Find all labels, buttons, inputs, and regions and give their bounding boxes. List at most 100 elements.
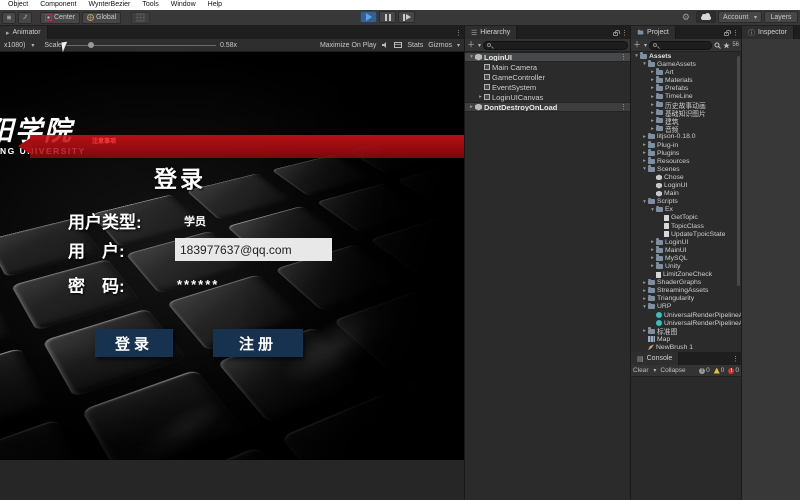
- tree-row[interactable]: UniversalRenderPipelineAs: [631, 311, 741, 319]
- tree-row[interactable]: ▸ Plug-in: [631, 141, 741, 149]
- scale-slider[interactable]: [65, 42, 216, 48]
- tree-expand-arrow[interactable]: ▸: [641, 280, 648, 286]
- tree-row[interactable]: ▸ 基础知识图片: [631, 108, 741, 117]
- tree-row[interactable]: ▸ LoginUI: [631, 238, 741, 246]
- tab-console[interactable]: ▤ Console: [631, 352, 680, 365]
- tree-expand-arrow[interactable]: ▸: [641, 150, 648, 156]
- user-type-value[interactable]: 学员: [184, 213, 206, 229]
- menu-item-wynterbezier[interactable]: WynterBezier: [82, 0, 136, 10]
- tree-row[interactable]: ▾ GameAssets: [631, 60, 741, 68]
- services-gear-icon[interactable]: ⚙: [682, 12, 690, 23]
- layers-dropdown[interactable]: Layers: [764, 11, 798, 23]
- play-button[interactable]: [360, 11, 377, 23]
- hierarchy-create-button[interactable]: ＋ ▾: [467, 40, 481, 50]
- tree-row[interactable]: TopicClass: [631, 222, 741, 230]
- grid-snap-icon[interactable]: [2, 11, 16, 24]
- scale-slider-knob[interactable]: [87, 42, 94, 48]
- tree-expand-arrow[interactable]: ▸: [641, 142, 648, 148]
- tree-expand-arrow[interactable]: ▸: [649, 94, 656, 100]
- menu-item-window[interactable]: Window: [165, 0, 202, 10]
- tree-row[interactable]: ▸ Prefabs: [631, 84, 741, 92]
- tree-expand-arrow[interactable]: ▾: [649, 207, 656, 213]
- console-clear-button[interactable]: Clear ▾: [633, 367, 656, 374]
- tree-row[interactable]: Main Camera: [465, 62, 630, 72]
- tree-row[interactable]: ▾ Assets: [631, 52, 741, 60]
- gizmos-dropdown[interactable]: Gizmos ▾: [428, 42, 460, 49]
- project-search-input[interactable]: [649, 40, 713, 50]
- tree-expand-arrow[interactable]: ▾: [468, 54, 475, 60]
- tree-expand-arrow[interactable]: ▸: [649, 102, 656, 108]
- search-by-type-icon[interactable]: [714, 42, 722, 49]
- tree-row[interactable]: ▸ Unity: [631, 262, 741, 270]
- tree-expand-arrow[interactable]: ▸: [649, 69, 656, 75]
- tree-expand-arrow[interactable]: ▸: [641, 288, 648, 294]
- tree-row[interactable]: ▾ URP: [631, 302, 741, 311]
- hierarchy-lock-icon[interactable]: [613, 29, 620, 36]
- login-button[interactable]: 登录: [95, 329, 173, 357]
- tree-row[interactable]: ▸ StreamingAssets: [631, 286, 741, 295]
- tree-row[interactable]: UpdateTpoicState: [631, 230, 741, 238]
- menu-item-object[interactable]: Object: [2, 0, 34, 10]
- tree-expand-arrow[interactable]: ▸: [649, 247, 656, 253]
- tab-hierarchy[interactable]: ☰ Hierarchy: [465, 26, 518, 39]
- scene-menu-icon[interactable]: ⋮: [620, 53, 627, 61]
- register-button[interactable]: 注册: [213, 329, 303, 357]
- tree-expand-arrow[interactable]: ▸: [468, 104, 475, 110]
- tree-row[interactable]: Map: [631, 335, 741, 343]
- tree-expand-arrow[interactable]: ▾: [641, 61, 648, 67]
- tree-expand-arrow[interactable]: ▸: [641, 296, 648, 302]
- tab-project[interactable]: Project: [631, 26, 676, 39]
- console-menu-icon[interactable]: ⋮: [732, 355, 739, 363]
- tree-row[interactable]: Main: [631, 190, 741, 198]
- tree-expand-arrow[interactable]: ▸: [477, 94, 484, 100]
- stats-toggle[interactable]: Stats: [407, 42, 423, 49]
- tree-expand-arrow[interactable]: ▸: [649, 239, 656, 245]
- tree-row[interactable]: ▸ MySQL: [631, 254, 741, 262]
- tree-row[interactable]: GameController: [465, 72, 630, 82]
- menu-item-component[interactable]: Component: [34, 0, 82, 10]
- tree-expand-arrow[interactable]: ▾: [641, 304, 648, 310]
- hierarchy-scene-row[interactable]: ▾ LoginUI ⋮: [465, 52, 630, 62]
- tree-expand-arrow[interactable]: ▸: [641, 328, 648, 334]
- tree-row[interactable]: ▸ Plugins: [631, 149, 741, 157]
- game-viewport[interactable]: 阳学院 YANG UNIVERSITY 注意事项 登录 用户类型:学员用 户:密…: [0, 52, 464, 460]
- tree-row[interactable]: ▸ 标准图: [631, 327, 741, 335]
- custom-tools-icon[interactable]: [18, 11, 32, 24]
- tree-row[interactable]: ▾ Ex: [631, 205, 741, 214]
- resolution-dropdown[interactable]: x1080) ▾: [0, 42, 38, 49]
- tree-expand-arrow[interactable]: ▸: [649, 110, 656, 116]
- tree-row[interactable]: ▸ LoginUICanvas: [465, 92, 630, 102]
- tab-animator[interactable]: ▸ Animator: [0, 26, 48, 39]
- username-input[interactable]: [175, 238, 332, 261]
- tree-row[interactable]: ▾ Scenes: [631, 165, 741, 173]
- tree-expand-arrow[interactable]: ▸: [649, 77, 656, 83]
- game-panel-menu-icon[interactable]: ⋮: [455, 29, 462, 37]
- tree-row[interactable]: ▸ 历史故事动画: [631, 100, 741, 109]
- project-lock-icon[interactable]: [724, 29, 731, 36]
- tree-expand-arrow[interactable]: ▸: [649, 118, 656, 124]
- project-create-button[interactable]: ＋ ▾: [633, 40, 647, 50]
- tree-row[interactable]: ▸ Resources: [631, 157, 741, 165]
- tree-expand-arrow[interactable]: ▸: [641, 158, 648, 164]
- console-log-area[interactable]: [631, 377, 741, 500]
- tree-expand-arrow[interactable]: ▸: [649, 255, 656, 261]
- hidden-packages-count[interactable]: 56: [732, 42, 739, 48]
- pause-button[interactable]: [379, 11, 396, 23]
- console-collapse-toggle[interactable]: Collapse: [660, 367, 685, 374]
- tree-row[interactable]: Chose: [631, 173, 741, 181]
- console-filter-warning[interactable]: 0: [713, 367, 724, 374]
- coord-global-button[interactable]: Global: [82, 11, 122, 24]
- tree-expand-arrow[interactable]: ▸: [649, 263, 656, 269]
- hierarchy-menu-icon[interactable]: ⋮: [621, 29, 628, 37]
- pivot-center-button[interactable]: Center: [40, 11, 81, 24]
- menu-item-tools[interactable]: Tools: [136, 0, 164, 10]
- vsync-icon[interactable]: [394, 41, 403, 49]
- console-filter-info[interactable]: ! 0: [699, 367, 710, 374]
- hierarchy-scene-row[interactable]: ▸ DontDestroyOnLoad ⋮: [465, 102, 630, 112]
- tree-row[interactable]: ▸ 音频: [631, 124, 741, 133]
- tree-row[interactable]: ▸ 建筑: [631, 116, 741, 125]
- password-value[interactable]: ******: [177, 277, 219, 292]
- step-button[interactable]: [398, 11, 415, 23]
- mute-audio-icon[interactable]: [381, 41, 389, 49]
- project-menu-icon[interactable]: ⋮: [732, 29, 739, 37]
